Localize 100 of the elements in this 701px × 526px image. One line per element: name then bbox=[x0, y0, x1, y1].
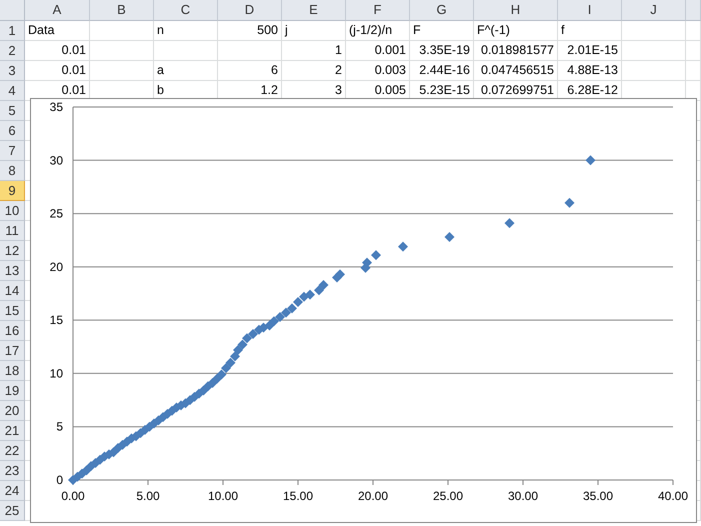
table-cell: 0.018981577 bbox=[474, 41, 558, 61]
row-header[interactable]: 4 bbox=[0, 81, 25, 101]
table-cell: Data bbox=[25, 21, 90, 41]
column-header[interactable]: F bbox=[346, 0, 410, 21]
data-point bbox=[242, 333, 252, 344]
data-point bbox=[564, 198, 574, 208]
row-header[interactable]: 12 bbox=[0, 241, 25, 261]
table-cell: 3.35E-19 bbox=[410, 41, 474, 61]
data-point bbox=[305, 290, 315, 300]
axis-label: 0.00 bbox=[61, 489, 85, 503]
table-cell: 1 bbox=[282, 41, 346, 61]
table-cell bbox=[686, 41, 701, 61]
axis-label: 25.00 bbox=[432, 489, 464, 503]
table-cell bbox=[218, 41, 282, 61]
column-header bbox=[686, 0, 701, 21]
data-point bbox=[269, 316, 279, 326]
data-point bbox=[208, 378, 218, 388]
data-point bbox=[371, 250, 381, 260]
row-header[interactable]: 6 bbox=[0, 121, 25, 141]
axis-label: 20.00 bbox=[358, 489, 388, 503]
axis-label: 10.00 bbox=[208, 489, 238, 503]
axis-label: 35 bbox=[50, 100, 63, 114]
table-cell bbox=[686, 21, 701, 41]
axis-label: 20 bbox=[50, 260, 63, 274]
table-cell: f bbox=[558, 21, 622, 41]
select-all-button[interactable] bbox=[0, 0, 25, 21]
row-header[interactable]: 15 bbox=[0, 301, 25, 321]
row-header[interactable]: 23 bbox=[0, 461, 25, 481]
row-header[interactable]: 7 bbox=[0, 141, 25, 161]
column-header[interactable]: J bbox=[622, 0, 686, 21]
table-cell: 0.01 bbox=[25, 61, 90, 81]
row-header[interactable]: 3 bbox=[0, 61, 25, 81]
row-header[interactable]: 19 bbox=[0, 381, 25, 401]
column-header[interactable]: I bbox=[558, 0, 622, 21]
table-cell bbox=[90, 41, 154, 61]
row-header[interactable]: 16 bbox=[0, 321, 25, 341]
axis-label: 5 bbox=[56, 420, 63, 434]
row-header[interactable]: 13 bbox=[0, 261, 25, 281]
table-cell bbox=[90, 21, 154, 41]
column-header[interactable]: E bbox=[282, 0, 346, 21]
row-header[interactable]: 20 bbox=[0, 401, 25, 421]
data-point bbox=[275, 312, 285, 322]
data-point bbox=[293, 297, 303, 308]
column-header[interactable]: G bbox=[410, 0, 474, 21]
axis-label: 40.00 bbox=[658, 489, 688, 503]
table-cell: 0.001 bbox=[346, 41, 410, 61]
table-cell: 0.01 bbox=[25, 41, 90, 61]
table-cell: F bbox=[410, 21, 474, 41]
data-point bbox=[287, 303, 297, 314]
data-point bbox=[258, 322, 268, 333]
row-header[interactable]: 1 bbox=[0, 21, 25, 41]
table-cell: 0.003 bbox=[346, 61, 410, 81]
row-header[interactable]: 17 bbox=[0, 341, 25, 361]
row-header[interactable]: 14 bbox=[0, 281, 25, 301]
table-cell: 6 bbox=[218, 61, 282, 81]
row-header[interactable]: 18 bbox=[0, 361, 25, 381]
column-header[interactable]: C bbox=[154, 0, 218, 21]
row-header[interactable]: 9 bbox=[0, 181, 25, 201]
row-header[interactable]: 25 bbox=[0, 501, 25, 521]
table-cell: 2 bbox=[282, 61, 346, 81]
axis-label: 15.00 bbox=[282, 489, 314, 503]
table-cell bbox=[686, 61, 701, 81]
data-point bbox=[318, 280, 328, 290]
row-header[interactable]: 2 bbox=[0, 41, 25, 61]
data-point bbox=[398, 242, 408, 252]
row-header[interactable]: 10 bbox=[0, 201, 25, 221]
axis-label: 30.00 bbox=[508, 489, 538, 503]
row-header[interactable]: 11 bbox=[0, 221, 25, 241]
column-header[interactable]: B bbox=[90, 0, 154, 21]
row-header[interactable]: 22 bbox=[0, 441, 25, 461]
table-cell: (j-1/2)/n bbox=[346, 21, 410, 41]
data-point bbox=[314, 285, 324, 296]
data-point bbox=[216, 370, 226, 380]
axis-label: 10 bbox=[50, 366, 63, 380]
row-header[interactable]: 5 bbox=[0, 101, 25, 121]
axis-label: 15 bbox=[50, 313, 63, 328]
data-point bbox=[586, 155, 596, 166]
data-point bbox=[248, 329, 258, 339]
axis-label: 5.00 bbox=[136, 489, 160, 503]
table-cell: a bbox=[154, 61, 218, 81]
data-point bbox=[226, 358, 236, 368]
data-point bbox=[221, 363, 231, 374]
data-point bbox=[362, 258, 372, 268]
axis-label: 25 bbox=[50, 206, 63, 221]
row-header[interactable]: 24 bbox=[0, 481, 25, 501]
table-cell bbox=[154, 41, 218, 61]
column-header[interactable]: D bbox=[218, 0, 282, 21]
row-header[interactable]: 21 bbox=[0, 421, 25, 441]
data-point bbox=[212, 374, 222, 384]
table-cell: 0.047456515 bbox=[474, 61, 558, 81]
table-cell: 2.44E-16 bbox=[410, 61, 474, 81]
column-header[interactable]: A bbox=[25, 0, 90, 21]
row-header[interactable]: 8 bbox=[0, 161, 25, 181]
data-point bbox=[230, 351, 240, 362]
column-header[interactable]: H bbox=[474, 0, 558, 21]
axis-label: 0 bbox=[56, 473, 63, 487]
axis-label: 30 bbox=[50, 153, 63, 168]
table-cell: F^(-1) bbox=[474, 21, 558, 41]
table-cell: 2.01E-15 bbox=[558, 41, 622, 61]
data-point bbox=[504, 218, 514, 228]
